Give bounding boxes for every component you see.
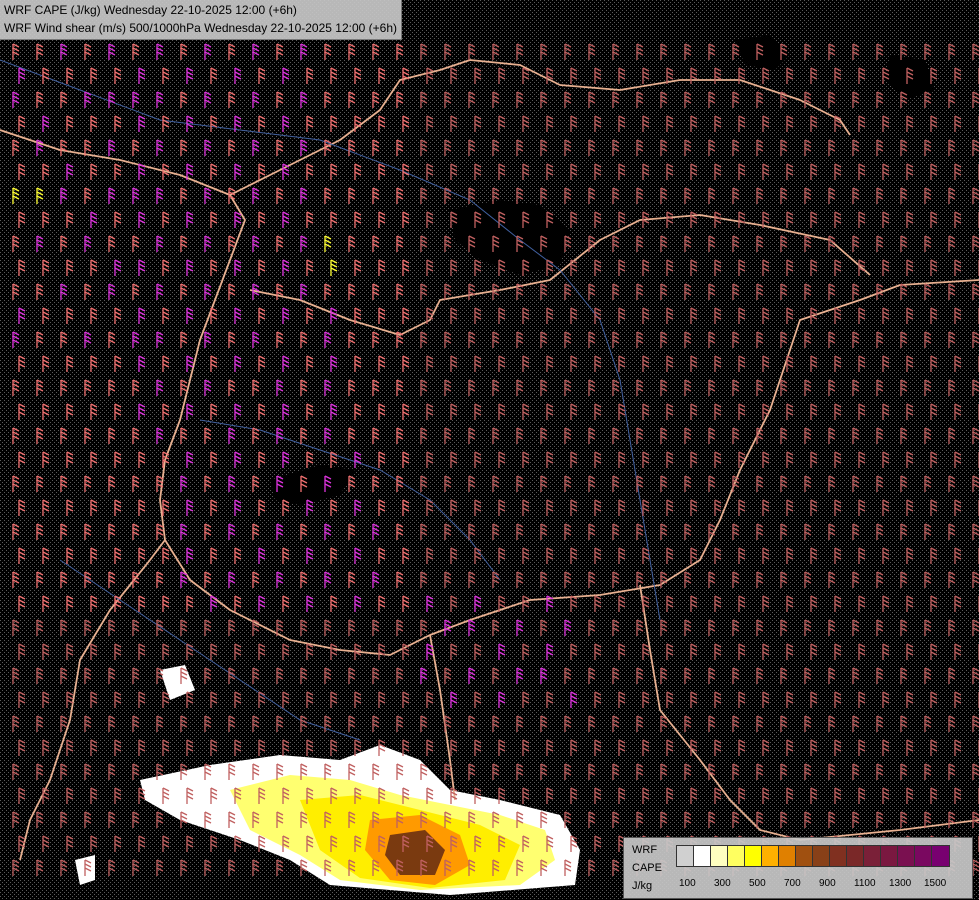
legend-swatch: [728, 846, 745, 866]
legend-swatch: [915, 846, 932, 866]
legend-tick-label: 1500: [924, 878, 947, 889]
title-wind-shear: WRF Wind shear (m/s) 500/1000hPa Wednesd…: [4, 21, 397, 35]
legend-swatch: [796, 846, 813, 866]
legend-swatch: [779, 846, 796, 866]
legend-swatch: [711, 846, 728, 866]
legend-tick-label: 700: [784, 878, 801, 889]
legend-swatches: [676, 845, 950, 867]
legend-tick-label: 900: [819, 878, 836, 889]
map-title: WRF CAPE (J/kg) Wednesday 22-10-2025 12:…: [0, 0, 402, 40]
legend-swatch: [932, 846, 949, 866]
legend-swatch: [864, 846, 881, 866]
legend-swatch: [762, 846, 779, 866]
legend-swatch: [847, 846, 864, 866]
legend-swatch: [677, 846, 694, 866]
legend-swatch: [830, 846, 847, 866]
legend-tick-label: 300: [714, 878, 731, 889]
legend-tick-label: 1300: [889, 878, 912, 889]
legend-swatch: [813, 846, 830, 866]
legend-tick-label: 500: [749, 878, 766, 889]
legend-label-unit: J/kg: [632, 880, 653, 892]
cape-legend: WRF CAPE J/kg 100 300 500 700 900 1100 1300 150…: [623, 837, 973, 899]
legend-swatch: [898, 846, 915, 866]
legend-tick-label: 1100: [854, 878, 876, 889]
weather-map: [0, 0, 979, 900]
legend-tick-label: 100: [679, 878, 696, 889]
legend-swatch: [881, 846, 898, 866]
title-cape: WRF CAPE (J/kg) Wednesday 22-10-2025 12:…: [4, 3, 297, 17]
legend-swatch: [745, 846, 762, 866]
legend-label-cape: CAPE: [632, 862, 662, 874]
legend-label-wrf: WRF: [632, 844, 658, 856]
legend-swatch: [694, 846, 711, 866]
